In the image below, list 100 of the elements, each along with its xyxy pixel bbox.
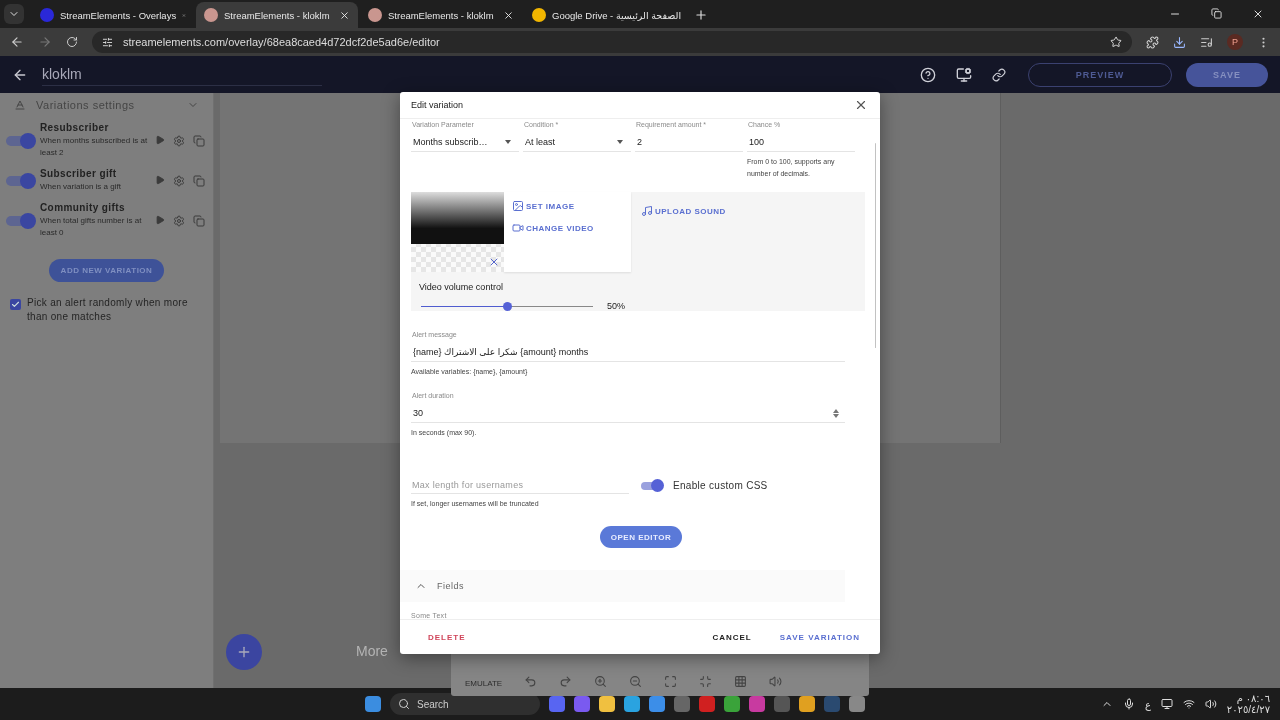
browser-tab[interactable]: StreamElements - kloklm: [196, 2, 358, 28]
tab-search-button[interactable]: [4, 4, 24, 24]
spinner-icon: [833, 408, 839, 418]
clock-time: ٠٨:٠٦ م: [1236, 693, 1270, 704]
slider-thumb[interactable]: [503, 301, 512, 311]
variation-description: When variation is a gift: [40, 181, 122, 193]
browser-tab[interactable]: StreamElements - Overlays: [32, 2, 194, 28]
undo-icon[interactable]: [524, 675, 538, 688]
copy-icon[interactable]: [193, 214, 205, 227]
music-note-icon: [641, 205, 653, 217]
help-icon[interactable]: [920, 66, 936, 83]
language-indicator[interactable]: ع: [1144, 698, 1151, 710]
variation-name: Subscriber gift: [40, 168, 118, 179]
forward-icon[interactable]: [38, 35, 52, 49]
restore-icon[interactable]: [1211, 8, 1222, 19]
media-button[interactable]: CHANGE VIDEO: [512, 222, 631, 234]
plus-icon: [236, 644, 252, 660]
toggle-label: Enable custom CSS: [673, 480, 768, 491]
copy-icon[interactable]: [193, 174, 205, 187]
play-icon[interactable]: [155, 174, 165, 185]
play-icon[interactable]: [155, 134, 165, 145]
upload-sound-button[interactable]: UPLOAD SOUND: [641, 205, 726, 217]
play-icon[interactable]: [155, 214, 165, 225]
app-icon[interactable]: [649, 696, 665, 712]
app-icon[interactable]: [724, 696, 740, 712]
monitor-icon[interactable]: [1160, 698, 1173, 710]
toggle-switch[interactable]: [6, 135, 34, 146]
more-label: More: [356, 643, 388, 659]
zoom-in-icon[interactable]: [594, 675, 608, 688]
favicon: [204, 8, 218, 22]
toggle-switch[interactable]: [641, 481, 663, 490]
download-icon[interactable]: [1173, 35, 1186, 49]
remove-icon[interactable]: [488, 256, 500, 268]
delete-button[interactable]: DELETE: [428, 628, 466, 646]
monitor-gear-icon[interactable]: [956, 66, 972, 83]
number-field[interactable]: 30: [411, 404, 845, 423]
back-icon[interactable]: [10, 35, 24, 49]
minimize-icon[interactable]: [699, 675, 713, 688]
overlay-name-field[interactable]: kloklm: [42, 63, 322, 86]
extensions-icon[interactable]: [1146, 35, 1159, 49]
grid-icon[interactable]: [734, 675, 748, 688]
favicon: [40, 8, 54, 22]
section-title: Variations settings: [36, 99, 136, 111]
settings-icon[interactable]: [173, 134, 185, 147]
app-icon[interactable]: [549, 696, 565, 712]
app-icon[interactable]: [674, 696, 690, 712]
wifi-icon[interactable]: [1182, 698, 1195, 710]
microphone-icon[interactable]: [1122, 698, 1135, 710]
app-icon[interactable]: [849, 696, 865, 712]
link-icon[interactable]: [992, 67, 1006, 82]
input-field[interactable]: 100: [747, 133, 855, 152]
media-button[interactable]: SET IMAGE: [512, 200, 631, 212]
app-icon[interactable]: [574, 696, 590, 712]
app-icon[interactable]: [699, 696, 715, 712]
copy-icon[interactable]: [193, 134, 205, 147]
address-bar[interactable]: streamelements.com/overlay/68ea8caed4d72dcf2de5ad6e/editor: [92, 31, 1132, 53]
input-field[interactable]: {name} شكرا على الاشتراك {amount} months: [411, 343, 845, 362]
dialog-title: Edit variation: [411, 100, 465, 110]
input-field[interactable]: 2: [635, 133, 743, 152]
cancel-button[interactable]: CANCEL: [712, 628, 752, 646]
fields-accordion[interactable]: Fields: [400, 570, 845, 602]
select-field[interactable]: Months subscrib…: [411, 133, 519, 152]
emulate-button[interactable]: EMULATE: [465, 679, 503, 688]
start-icon[interactable]: [365, 696, 381, 712]
variation-description: When total gifts number is at least 0: [40, 215, 143, 239]
favicon: [532, 8, 546, 22]
app-icon[interactable]: [749, 696, 765, 712]
checkbox-label: Pick an alert randomly when more than one matches: [27, 296, 189, 324]
new-tab-icon[interactable]: [694, 8, 708, 22]
maximize-icon[interactable]: [664, 675, 678, 688]
favicon: [368, 8, 382, 22]
select-field[interactable]: At least: [523, 133, 631, 152]
settings-icon[interactable]: [173, 174, 185, 187]
close-icon[interactable]: [503, 9, 514, 21]
settings-icon[interactable]: [173, 214, 185, 227]
variation-description: When months subscribed is at least 2: [40, 135, 149, 159]
volume-reading: 50%: [607, 301, 625, 311]
browser-tab[interactable]: StreamElements - kloklm: [360, 2, 522, 28]
redo-icon[interactable]: [559, 675, 573, 688]
close-icon[interactable]: [1252, 8, 1264, 20]
app-icon[interactable]: [799, 696, 815, 712]
reload-icon[interactable]: [66, 36, 78, 48]
toggle-switch[interactable]: [6, 175, 34, 186]
profile-avatar[interactable]: P: [1227, 34, 1243, 50]
media-icon[interactable]: [1200, 35, 1213, 49]
open-editor-button[interactable]: OPEN EDITOR: [600, 526, 682, 549]
save-variation-button[interactable]: SAVE VARIATION: [779, 628, 860, 646]
bookmark-star-icon[interactable]: [1110, 36, 1122, 48]
site-info-icon: [102, 36, 113, 48]
add-button[interactable]: [226, 634, 262, 670]
app-icon[interactable]: [599, 696, 615, 712]
checkbox[interactable]: [10, 299, 21, 310]
close-icon[interactable]: [854, 98, 868, 112]
zoom-out-icon[interactable]: [629, 675, 643, 688]
volume-icon[interactable]: [1204, 698, 1217, 710]
variation-name: Resubscriber: [40, 122, 110, 133]
close-icon[interactable]: [339, 9, 350, 21]
volume-label: Video volume control: [419, 282, 504, 292]
toggle-switch[interactable]: [6, 215, 34, 226]
app-icon[interactable]: [624, 696, 640, 712]
